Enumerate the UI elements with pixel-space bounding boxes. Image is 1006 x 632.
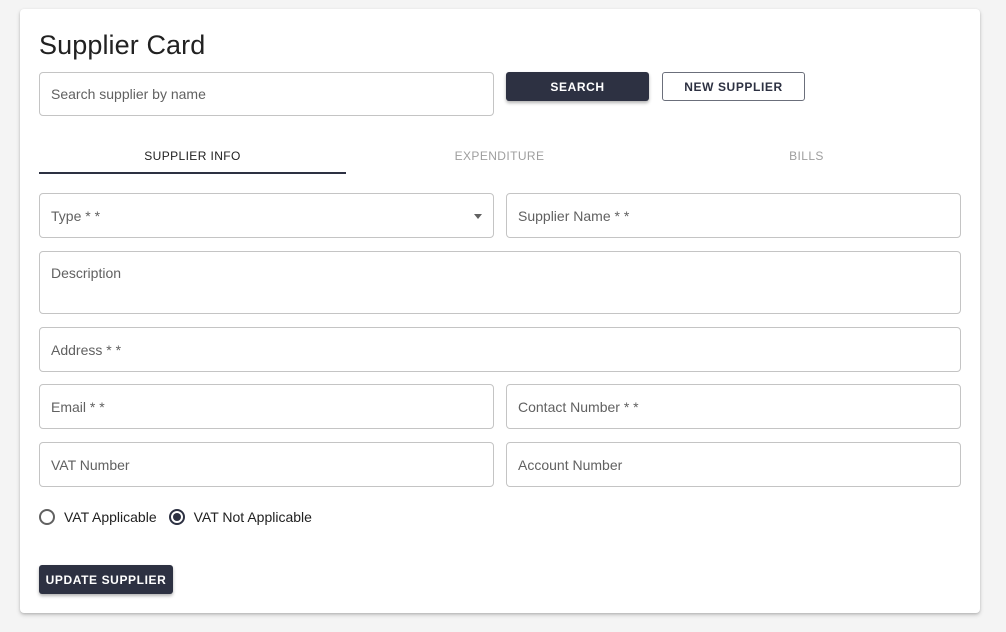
email-field[interactable]: Email * * [39,384,494,429]
contact-number-label: Contact Number * * [518,398,639,415]
vat-not-applicable-label: VAT Not Applicable [193,509,312,525]
tab-active-indicator [39,172,346,174]
contact-number-field[interactable]: Contact Number * * [506,384,961,429]
page-title: Supplier Card [39,30,206,60]
type-label: Type * * [51,207,101,224]
account-number-field[interactable]: Account Number [506,442,961,487]
chevron-down-icon [474,213,482,219]
email-label: Email * * [51,398,105,415]
new-supplier-button[interactable]: NEW SUPPLIER [662,72,805,101]
tab-expenditure[interactable]: EXPENDITURE [346,138,653,174]
vat-number-label: VAT Number [51,456,130,473]
supplier-name-label: Supplier Name * * [518,207,630,224]
update-supplier-button[interactable]: UPDATE SUPPLIER [39,565,173,594]
description-field[interactable]: Description [39,251,961,314]
account-number-label: Account Number [518,456,623,473]
search-button[interactable]: SEARCH [506,72,649,101]
supplier-name-field[interactable]: Supplier Name * * [506,193,961,238]
vat-radio-group: VAT Applicable VAT Not Applicable [39,507,324,527]
supplier-card: Supplier Card Search supplier by name SE… [20,9,980,613]
vat-applicable-radio[interactable] [39,509,55,525]
vat-applicable-label: VAT Applicable [64,509,157,525]
address-label: Address * * [51,341,122,358]
vat-applicable-option[interactable]: VAT Applicable [39,509,157,525]
tab-bar: SUPPLIER INFO EXPENDITURE BILLS [39,138,960,174]
address-field[interactable]: Address * * [39,327,961,372]
vat-number-field[interactable]: VAT Number [39,442,494,487]
search-placeholder: Search supplier by name [51,86,206,102]
vat-not-applicable-radio[interactable] [168,509,185,525]
type-select[interactable]: Type * * [39,193,494,238]
tab-supplier-info[interactable]: SUPPLIER INFO [39,138,346,174]
tab-bills[interactable]: BILLS [653,138,960,174]
description-label: Description [51,265,122,281]
search-input[interactable]: Search supplier by name [39,72,494,116]
vat-not-applicable-option[interactable]: VAT Not Applicable [168,509,312,525]
